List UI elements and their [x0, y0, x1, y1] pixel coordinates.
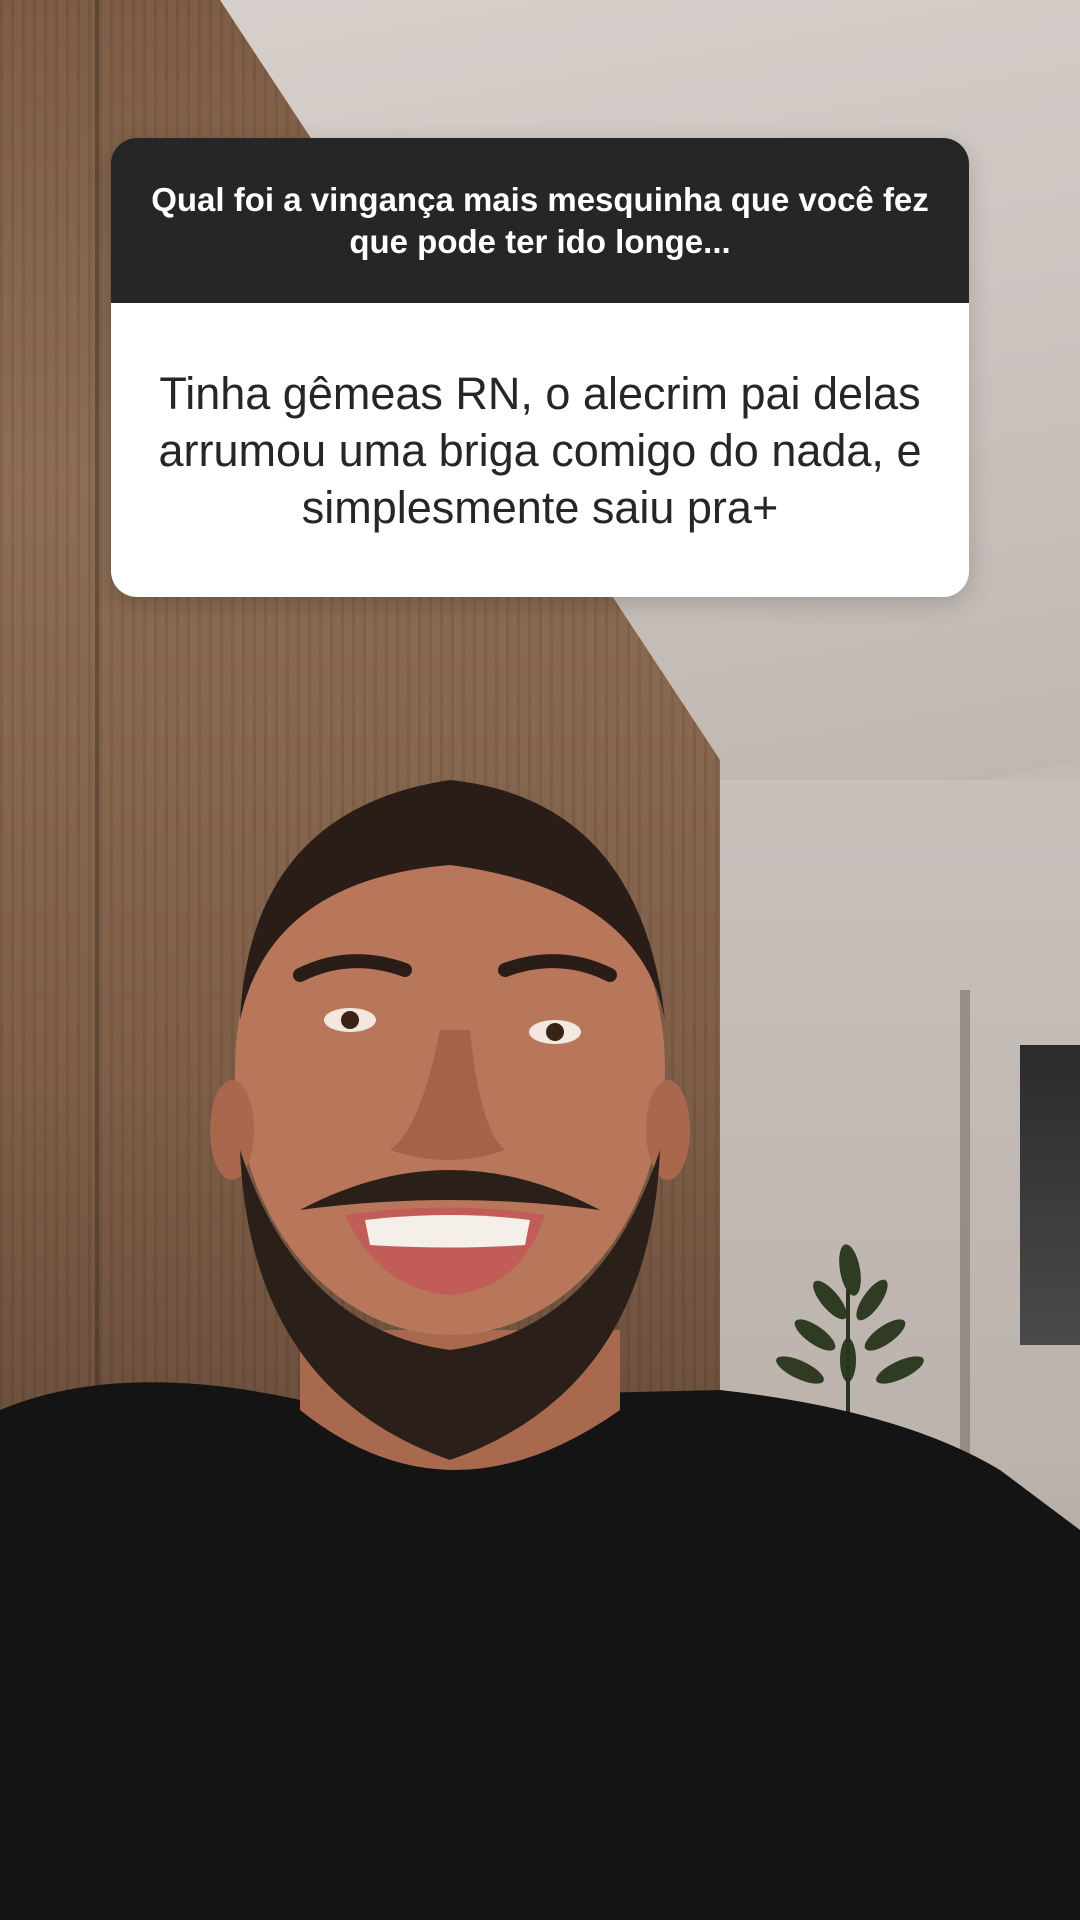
- question-text: Qual foi a vingança mais mesquinha que v…: [151, 180, 929, 260]
- person-illustration: [0, 780, 1080, 1920]
- answer-body: Tinha gêmeas RN, o alecrim pai delas arr…: [111, 303, 969, 597]
- answer-text: Tinha gêmeas RN, o alecrim pai delas arr…: [158, 367, 922, 533]
- question-sticker[interactable]: Qual foi a vingança mais mesquinha que v…: [111, 138, 969, 597]
- question-header: Qual foi a vingança mais mesquinha que v…: [111, 138, 969, 303]
- story-frame: Qual foi a vingança mais mesquinha que v…: [0, 0, 1080, 1920]
